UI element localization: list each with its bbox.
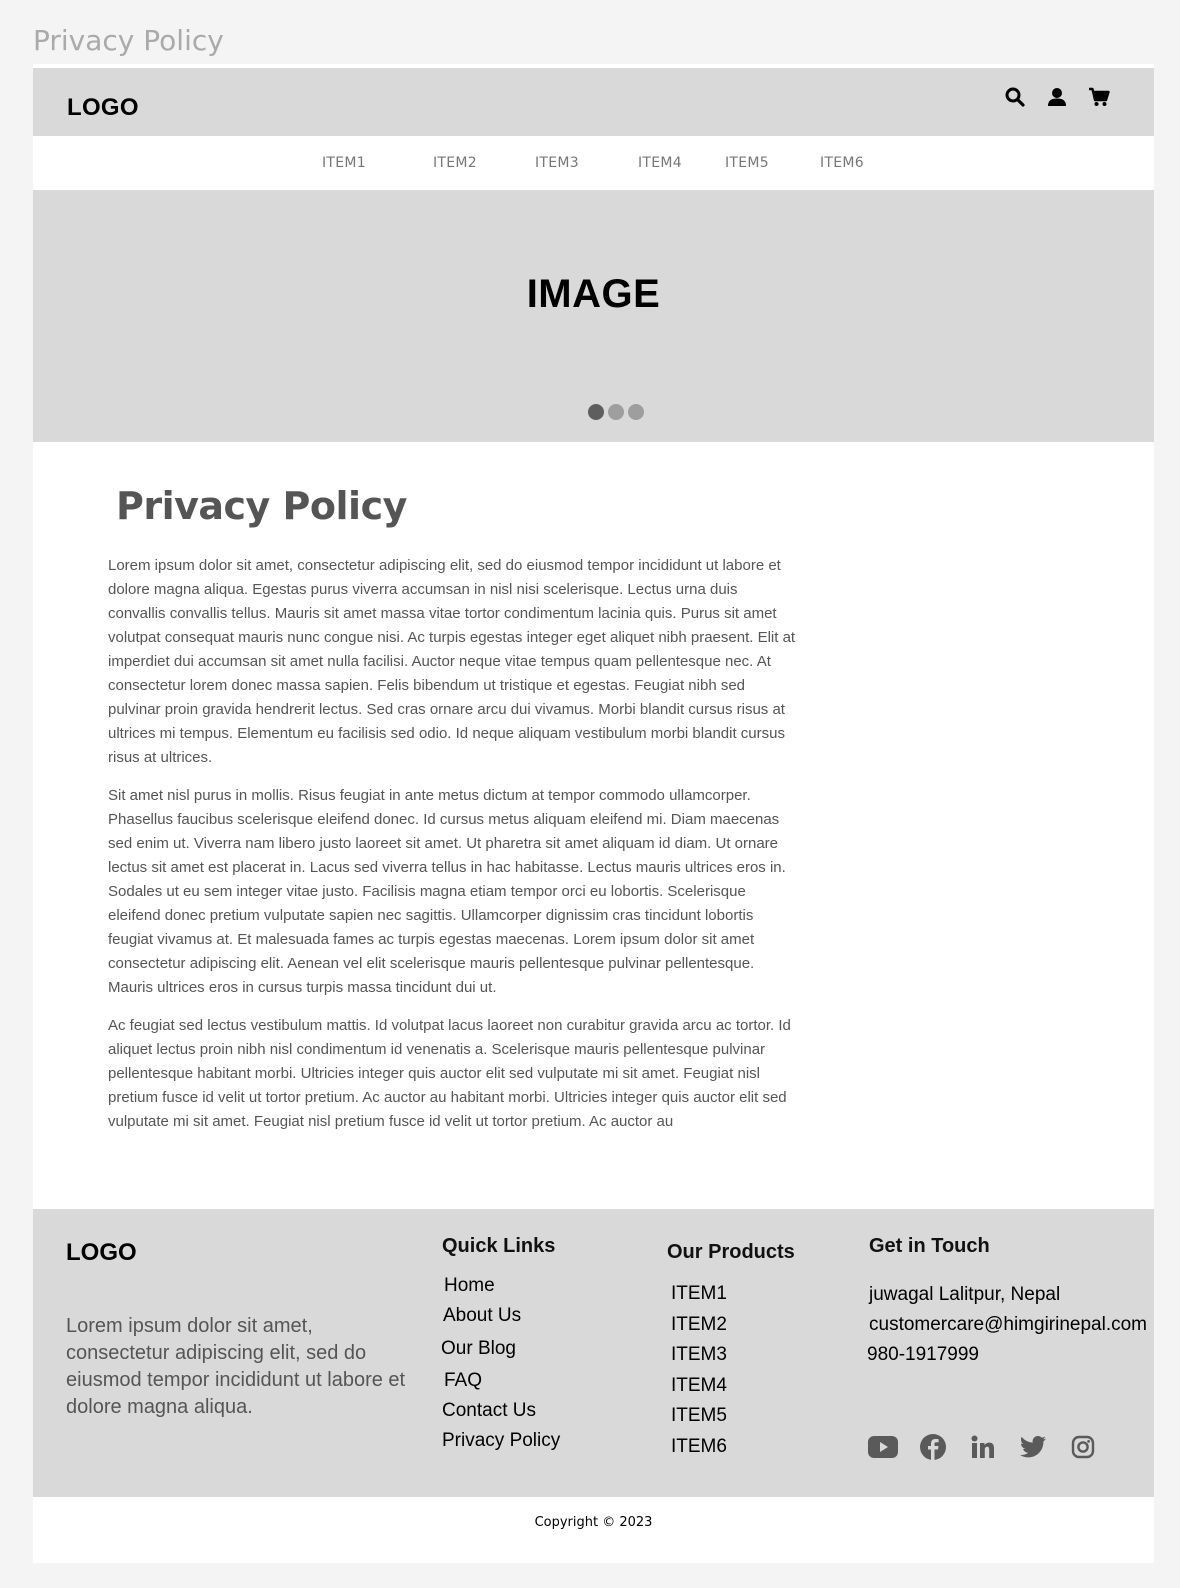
footer-product-3[interactable]: ITEM3 bbox=[671, 1344, 727, 1366]
footer-link-about-us[interactable]: About Us bbox=[443, 1305, 521, 1327]
site-header: LOGO bbox=[33, 68, 1154, 136]
footer-product-6[interactable]: ITEM6 bbox=[671, 1436, 727, 1458]
nav-item-3[interactable]: ITEM3 bbox=[535, 155, 579, 171]
page: LOGO ITEM1 ITEM2 ITEM3 ITEM4 ITEM5 ITEM6… bbox=[33, 64, 1154, 1563]
nav-item-5[interactable]: ITEM5 bbox=[725, 155, 769, 171]
nav-item-4[interactable]: ITEM4 bbox=[638, 155, 682, 171]
footer-description: Lorem ipsum dolor sit amet, consectetur … bbox=[66, 1315, 406, 1418]
carousel-dot-2[interactable] bbox=[608, 404, 624, 420]
copyright-text: Copyright © 2023 bbox=[33, 1497, 1154, 1563]
contact-email[interactable]: customercare@himgirinepal.com bbox=[869, 1314, 1147, 1336]
get-in-touch-title: Get in Touch bbox=[869, 1235, 990, 1257]
carousel-dot-3[interactable] bbox=[628, 404, 644, 420]
frame-title: Privacy Policy bbox=[33, 24, 224, 57]
search-icon[interactable] bbox=[1004, 86, 1026, 108]
hero-image-placeholder: IMAGE bbox=[526, 272, 661, 316]
twitter-icon[interactable] bbox=[1017, 1431, 1049, 1463]
main-nav: ITEM1 ITEM2 ITEM3 ITEM4 ITEM5 ITEM6 bbox=[33, 136, 1154, 190]
header-logo[interactable]: LOGO bbox=[67, 94, 139, 122]
youtube-icon[interactable] bbox=[867, 1431, 899, 1463]
footer-link-contact-us[interactable]: Contact Us bbox=[442, 1400, 536, 1422]
site-footer: LOGO Lorem ipsum dolor sit amet, consect… bbox=[33, 1209, 1154, 1497]
quick-links-title: Quick Links bbox=[442, 1235, 556, 1257]
nav-item-6[interactable]: ITEM6 bbox=[820, 155, 864, 171]
policy-paragraph-3: Ac feugiat sed lectus vestibulum mattis.… bbox=[108, 1017, 791, 1130]
social-links bbox=[867, 1431, 1099, 1463]
carousel-dot-1[interactable] bbox=[588, 404, 604, 420]
policy-paragraph-2: Sit amet nisl purus in mollis. Risus feu… bbox=[108, 787, 786, 996]
page-title: Privacy Policy bbox=[116, 484, 407, 528]
instagram-icon[interactable] bbox=[1067, 1431, 1099, 1463]
hero-banner: IMAGE bbox=[33, 190, 1154, 442]
footer-product-5[interactable]: ITEM5 bbox=[671, 1405, 727, 1427]
footer-logo[interactable]: LOGO bbox=[66, 1239, 137, 1267]
footer-link-our-blog[interactable]: Our Blog bbox=[441, 1338, 516, 1360]
our-products-title: Our Products bbox=[667, 1241, 795, 1263]
carousel-dots bbox=[588, 404, 644, 420]
footer-product-1[interactable]: ITEM1 bbox=[671, 1283, 727, 1305]
footer-product-2[interactable]: ITEM2 bbox=[671, 1314, 727, 1336]
footer-link-faq[interactable]: FAQ bbox=[444, 1370, 482, 1392]
nav-item-2[interactable]: ITEM2 bbox=[433, 155, 477, 171]
footer-product-4[interactable]: ITEM4 bbox=[671, 1375, 727, 1397]
header-icons bbox=[1004, 86, 1110, 108]
user-icon[interactable] bbox=[1046, 86, 1068, 108]
facebook-icon[interactable] bbox=[917, 1431, 949, 1463]
policy-paragraph-1: Lorem ipsum dolor sit amet, consectetur … bbox=[108, 557, 796, 766]
footer-link-privacy-policy[interactable]: Privacy Policy bbox=[442, 1430, 560, 1452]
cart-icon[interactable] bbox=[1088, 86, 1110, 108]
linkedin-icon[interactable] bbox=[967, 1431, 999, 1463]
contact-phone[interactable]: 980-1917999 bbox=[867, 1344, 979, 1366]
nav-item-1[interactable]: ITEM1 bbox=[322, 155, 366, 171]
footer-link-home[interactable]: Home bbox=[444, 1275, 495, 1297]
contact-address: juwagal Lalitpur, Nepal bbox=[869, 1284, 1061, 1305]
